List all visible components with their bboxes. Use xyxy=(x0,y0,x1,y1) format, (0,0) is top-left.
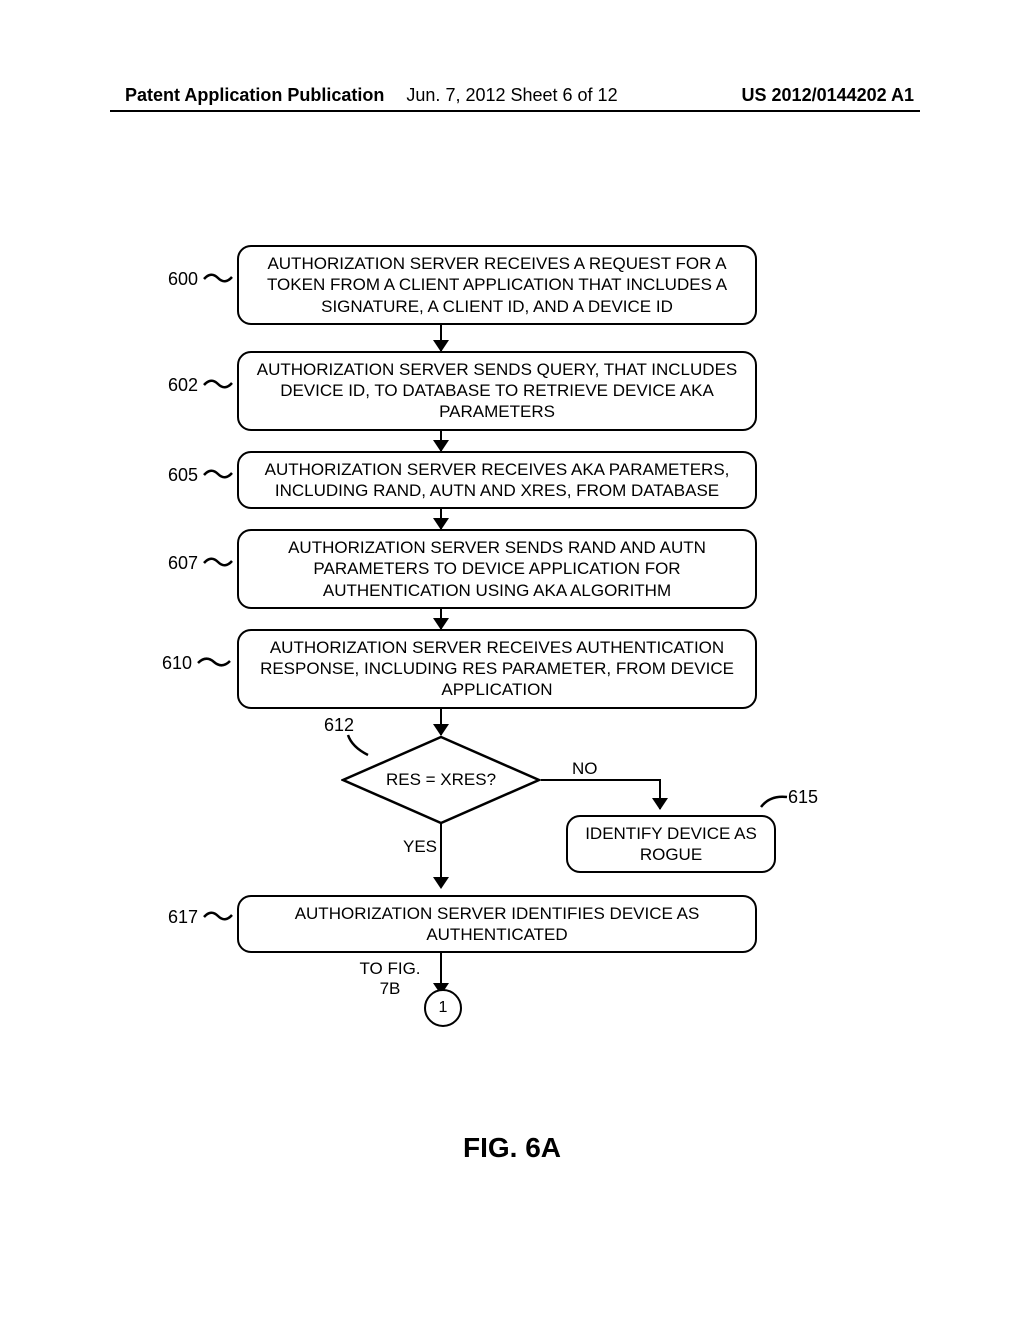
line xyxy=(541,779,661,781)
ref-602: 602 xyxy=(168,375,233,396)
ref-602-num: 602 xyxy=(168,375,198,395)
page-header: Patent Application Publication Jun. 7, 2… xyxy=(0,85,1024,106)
leader-icon xyxy=(203,377,233,391)
ref-607-num: 607 xyxy=(168,553,198,573)
ref-612: 612 xyxy=(324,715,354,736)
line xyxy=(440,953,442,987)
box-607: AUTHORIZATION SERVER SENDS RAND AND AUTN… xyxy=(237,529,757,609)
ref-605: 605 xyxy=(168,465,233,486)
connector-num: 1 xyxy=(439,999,448,1017)
leader-icon xyxy=(197,655,227,669)
ref-605-num: 605 xyxy=(168,465,198,485)
arrow-icon xyxy=(440,709,442,735)
step-605: 605 AUTHORIZATION SERVER RECEIVES AKA PA… xyxy=(0,451,1024,510)
ref-610-num: 610 xyxy=(162,653,192,673)
ref-617-num: 617 xyxy=(168,907,198,927)
figure-caption: FIG. 6A xyxy=(463,1132,561,1164)
connector-to-label: TO FIG. 7B xyxy=(355,959,425,998)
leader-icon xyxy=(760,793,788,814)
step-602: 602 AUTHORIZATION SERVER SENDS QUERY, TH… xyxy=(0,351,1024,431)
box-617: AUTHORIZATION SERVER IDENTIFIES DEVICE A… xyxy=(237,895,757,954)
branch-no-label: NO xyxy=(572,759,598,779)
connector-row: TO FIG. 7B 1 xyxy=(0,953,1024,1023)
arrow-icon xyxy=(440,609,442,629)
step-600: 600 AUTHORIZATION SERVER RECEIVES A REQU… xyxy=(0,245,1024,325)
arrowhead-icon xyxy=(433,877,449,889)
step-branches: YES IDENTIFY DEVICE AS ROGUE xyxy=(0,825,1024,895)
box-600: AUTHORIZATION SERVER RECEIVES A REQUEST … xyxy=(237,245,757,325)
leader-icon xyxy=(203,555,233,569)
header-sheet: Jun. 7, 2012 Sheet 6 of 12 xyxy=(406,85,617,106)
step-607: 607 AUTHORIZATION SERVER SENDS RAND AND … xyxy=(0,529,1024,609)
page: Patent Application Publication Jun. 7, 2… xyxy=(0,0,1024,1320)
box-605: AUTHORIZATION SERVER RECEIVES AKA PARAME… xyxy=(237,451,757,510)
step-610: 610 AUTHORIZATION SERVER RECEIVES AUTHEN… xyxy=(0,629,1024,709)
arrow-icon xyxy=(440,509,442,529)
ref-610: 610 xyxy=(162,653,227,674)
box-615: IDENTIFY DEVICE AS ROGUE xyxy=(566,815,776,874)
arrow-icon xyxy=(659,779,661,809)
ref-600-num: 600 xyxy=(168,269,198,289)
header-publication: Patent Application Publication xyxy=(125,85,384,106)
box-602: AUTHORIZATION SERVER SENDS QUERY, THAT I… xyxy=(237,351,757,431)
ref-617: 617 xyxy=(168,907,233,928)
decision-612-label: RES = XRES? xyxy=(386,770,496,790)
branch-yes-label: YES xyxy=(403,837,437,857)
step-612: 612 RES = XRES? NO xyxy=(0,735,1024,825)
ref-600: 600 xyxy=(168,269,233,290)
arrow-icon xyxy=(440,325,442,351)
ref-615-num: 615 xyxy=(788,787,818,807)
ref-607: 607 xyxy=(168,553,233,574)
leader-icon xyxy=(203,909,233,923)
header-rule xyxy=(110,110,920,112)
line xyxy=(440,823,442,881)
ref-615: 615 xyxy=(788,787,818,808)
connector-circle: 1 xyxy=(424,989,462,1027)
box-610: AUTHORIZATION SERVER RECEIVES AUTHENTICA… xyxy=(237,629,757,709)
flowchart: 600 AUTHORIZATION SERVER RECEIVES A REQU… xyxy=(0,245,1024,1023)
ref-612-num: 612 xyxy=(324,715,354,735)
arrow-icon xyxy=(440,431,442,451)
leader-icon xyxy=(203,271,233,285)
step-617: 617 AUTHORIZATION SERVER IDENTIFIES DEVI… xyxy=(0,895,1024,954)
leader-icon xyxy=(203,467,233,481)
header-pubnum: US 2012/0144202 A1 xyxy=(742,85,914,106)
decision-612: RES = XRES? xyxy=(341,735,541,825)
